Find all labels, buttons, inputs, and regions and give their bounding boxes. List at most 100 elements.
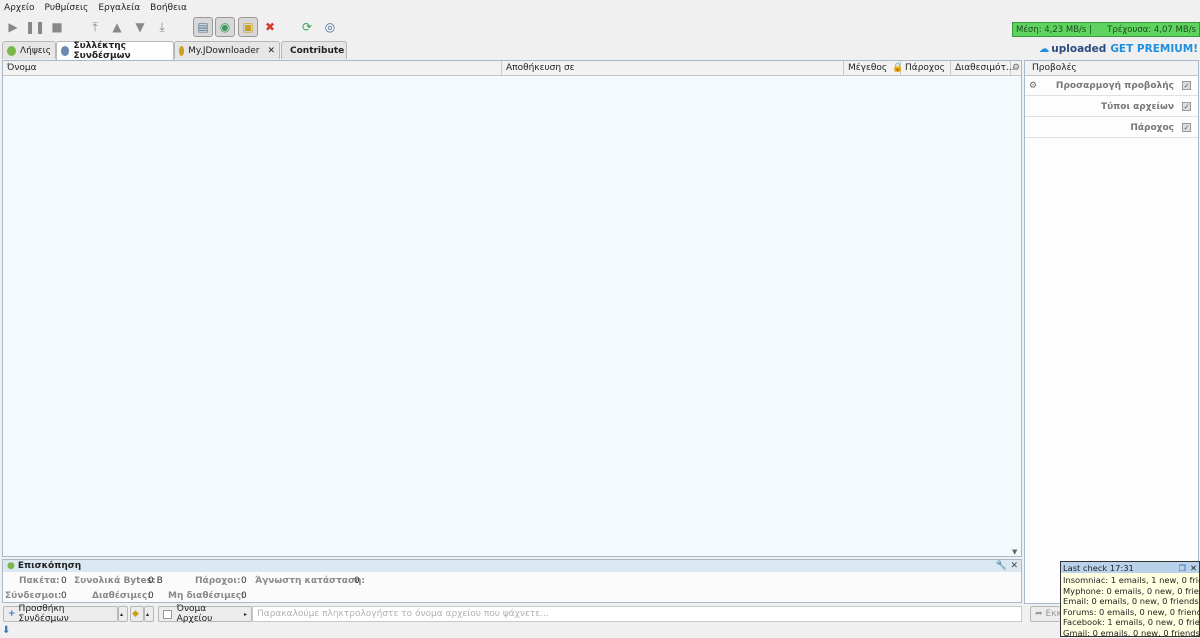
tab-label: Contribute — [290, 45, 345, 56]
filter-field-selector[interactable]: Όνομα Αρχείου ▸ — [158, 604, 252, 624]
get-premium-link[interactable]: GET PREMIUM! — [1110, 43, 1198, 55]
stat-label: Σύνδεσμοι: — [5, 591, 62, 601]
bottom-bar: + Προσθήκη Συνδέσμων ▴ ◆ ▴ Όνομα Αρχείου… — [0, 604, 1062, 624]
menu-help[interactable]: Βοήθεια — [150, 3, 187, 13]
column-host[interactable]: Πάροχος — [901, 61, 951, 75]
menu-bar: Αρχείο Ρυθμίσεις Εργαλεία Βοήθεια — [0, 0, 1200, 16]
column-size[interactable]: Μέγεθος 🔒 — [844, 61, 903, 75]
views-panel-title: Προβολές — [1025, 61, 1198, 76]
column-size-label: Μέγεθος — [848, 63, 888, 73]
tab-label: Συλλέκτης Συνδέσμων — [73, 41, 131, 61]
view-option-label: Προσαρμογή προβολής — [1055, 80, 1174, 91]
tab-downloads[interactable]: Λήψεις — [2, 41, 56, 59]
overview-header: ● Επισκόπηση 🔧 ✕ — [3, 560, 1021, 572]
menu-tools[interactable]: Εργαλεία — [98, 3, 140, 13]
move-down-icon[interactable]: ▼ — [130, 17, 150, 37]
tab-myjdownloader[interactable]: My.JDownloader ✕ — [174, 41, 280, 59]
stat-value: 0 — [241, 591, 247, 601]
tray-download-icon[interactable]: ⬇ — [2, 625, 14, 637]
shutdown-icon[interactable]: ✖ — [260, 17, 280, 37]
view-option-checkbox[interactable]: ✓ — [1182, 81, 1191, 90]
filter-field-label: Όνομα Αρχείου — [176, 604, 213, 624]
close-icon[interactable]: ✕ — [1190, 563, 1197, 573]
stat-label: Πάροχοι: — [195, 576, 241, 586]
stat-label: Πακέτα: — [19, 576, 60, 586]
move-top-icon[interactable]: ⤒ — [85, 17, 105, 37]
mail-notifier-header: Last check 17:31 ❐ ✕ — [1061, 562, 1199, 573]
column-settings-icon[interactable]: ⚙ — [1011, 61, 1021, 75]
copy-icon[interactable]: ❐ — [1179, 563, 1186, 573]
tab-label: Λήψεις — [20, 45, 51, 56]
column-availability[interactable]: Διαθεσιμότ... — [951, 61, 1015, 75]
update-icon[interactable]: ◎ — [320, 17, 340, 37]
premium-icon[interactable]: ▣ — [238, 17, 258, 37]
column-save-to[interactable]: Αποθήκευση σε — [502, 61, 844, 75]
folder-icon[interactable]: ◆ — [130, 606, 144, 622]
move-up-icon[interactable]: ▲ — [107, 17, 127, 37]
scroll-down-icon[interactable]: ▼ — [1012, 548, 1017, 556]
overview-panel: ● Επισκόπηση 🔧 ✕ Πακέτα: 0 Συνολικά Byte… — [2, 559, 1022, 603]
uploaded-logo: uploaded — [1051, 43, 1107, 55]
pause-icon[interactable]: ❚❚ — [25, 17, 45, 37]
current-speed: Τρέχουσα: 4,07 MB/s — [1107, 24, 1196, 35]
view-option-label: Πάροχος — [1130, 122, 1174, 133]
play-icon[interactable]: ▶ — [3, 17, 23, 37]
stat-value: 0 — [354, 576, 360, 586]
view-option-checkbox[interactable]: ✓ — [1182, 102, 1191, 111]
stat-label: Διαθέσιμες: — [92, 591, 151, 601]
view-option-hoster[interactable]: Πάροχος ✓ — [1025, 118, 1198, 138]
filter-checkbox[interactable] — [163, 609, 172, 619]
mail-notifier: Last check 17:31 ❐ ✕ Insomniac: 1 emails… — [1060, 561, 1200, 638]
folder-dropdown[interactable]: ▴ — [144, 606, 154, 622]
tab-label: My.JDownloader — [188, 45, 260, 56]
overview-title: Επισκόπηση — [17, 561, 82, 571]
mail-last-check: Last check 17:31 — [1063, 562, 1134, 573]
download-arrow-icon — [7, 45, 16, 56]
mail-line: Gmail: 0 emails, 0 new, 0 friends — [1063, 627, 1200, 638]
info-icon: ● — [7, 561, 15, 571]
move-bottom-icon[interactable]: ⤓ — [152, 17, 172, 37]
start-button[interactable]: ➦ Εκκ — [1030, 606, 1062, 622]
tab-contribute[interactable]: Contribute — [281, 41, 347, 59]
gear-icon[interactable]: ⚙ — [1029, 81, 1037, 91]
clipboard-observer-icon[interactable]: ▤ — [193, 17, 213, 37]
mail-line: Facebook: 1 emails, 0 new, 0 friends — [1063, 617, 1200, 627]
tab-linkgrabber[interactable]: Συλλέκτης Συνδέσμων — [56, 41, 174, 61]
chevron-right-icon: ▸ — [243, 610, 247, 618]
search-input[interactable]: Παρακαλούμε πληκτρολογήστε το όνομα αρχε… — [252, 606, 1022, 622]
views-panel: Προβολές ⚙ Προσαρμογή προβολής ✓ Τύποι α… — [1024, 60, 1199, 604]
menu-settings[interactable]: Ρυθμίσεις — [45, 3, 89, 13]
wrench-icon[interactable]: 🔧 — [996, 561, 1007, 571]
close-icon[interactable]: ✕ — [1010, 561, 1018, 571]
premium-banner[interactable]: ☁ uploaded GET PREMIUM! — [1039, 41, 1198, 57]
mail-line: Forums: 0 emails, 0 new, 0 friends — [1063, 606, 1200, 617]
scrollbar[interactable]: ▼ — [1011, 76, 1021, 556]
stat-value: 0 — [148, 591, 154, 601]
linkgrabber-table[interactable]: Όνομα Αποθήκευση σε Μέγεθος 🔒 Πάροχος Δι… — [2, 60, 1022, 557]
stat-label: Άγνωστη κατάσταση: — [255, 576, 366, 586]
stat-value: 0 — [61, 576, 67, 586]
stop-icon[interactable]: ■ — [47, 17, 67, 37]
add-links-dropdown[interactable]: ▴ — [118, 606, 128, 622]
mail-line: Email: 0 emails, 0 new, 0 friends — [1063, 596, 1199, 606]
auto-reconnect-icon[interactable]: ◉ — [215, 17, 235, 37]
view-option-filetypes[interactable]: Τύποι αρχείων ✓ — [1025, 97, 1198, 117]
table-header: Όνομα Αποθήκευση σε Μέγεθος 🔒 Πάροχος Δι… — [3, 61, 1021, 76]
cloud-icon: ☁ — [1038, 43, 1050, 55]
column-name[interactable]: Όνομα — [3, 61, 502, 75]
menu-file[interactable]: Αρχείο — [4, 3, 35, 13]
stat-label: Συνολικά Bytes: — [74, 576, 156, 586]
stat-value: 0 B — [148, 576, 163, 586]
view-option-customize[interactable]: ⚙ Προσαρμογή προβολής ✓ — [1025, 76, 1198, 96]
view-option-checkbox[interactable]: ✓ — [1182, 123, 1191, 132]
close-icon[interactable]: ✕ — [267, 46, 275, 56]
arrow-icon: ➦ — [1035, 609, 1043, 619]
view-option-label: Τύποι αρχείων — [1100, 101, 1174, 112]
add-links-button[interactable]: + Προσθήκη Συνδέσμων — [3, 604, 118, 624]
stat-value: 0 — [61, 591, 67, 601]
reconnect-icon[interactable]: ⟳ — [297, 17, 317, 37]
add-links-label: Προσθήκη Συνδέσμων — [18, 604, 69, 624]
tab-bar: Λήψεις Συλλέκτης Συνδέσμων My.JDownloade… — [0, 41, 1200, 61]
plus-icon: + — [8, 609, 16, 619]
average-speed: Μέση: 4,23 MB/s | — [1016, 24, 1092, 35]
